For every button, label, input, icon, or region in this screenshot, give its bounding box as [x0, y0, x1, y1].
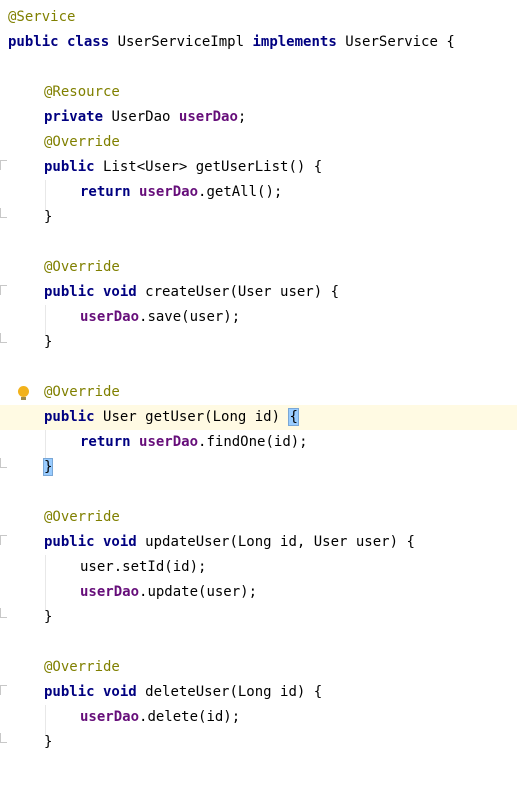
field-name: userDao: [80, 584, 140, 600]
code-editor[interactable]: @Service public class UserServiceImpl im…: [0, 0, 517, 758]
field-name: userDao: [80, 709, 140, 725]
field-name: userDao: [139, 434, 199, 450]
code-line[interactable]: @Override: [0, 255, 517, 280]
code-line[interactable]: return userDao.getAll();: [0, 180, 517, 205]
closing-brace: }: [44, 609, 53, 625]
keyword: return: [80, 184, 131, 200]
code-line[interactable]: public List<User> getUserList() {: [0, 155, 517, 180]
keyword: public void: [44, 684, 137, 700]
code-text: User getUser(Long id): [103, 409, 281, 425]
annotation: @Override: [44, 509, 120, 525]
annotation: @Override: [44, 384, 120, 400]
keyword: public void: [44, 284, 137, 300]
code-line[interactable]: user.setId(id);: [0, 555, 517, 580]
code-line[interactable]: userDao.update(user);: [0, 580, 517, 605]
code-line[interactable]: private UserDao userDao;: [0, 105, 517, 130]
keyword: return: [80, 434, 131, 450]
code-text: List<User> getUserList() {: [103, 159, 323, 175]
interface-name: UserService {: [345, 34, 455, 50]
code-line[interactable]: userDao.save(user);: [0, 305, 517, 330]
code-line[interactable]: @Override: [0, 130, 517, 155]
annotation: @Override: [44, 659, 120, 675]
class-name: UserServiceImpl: [117, 34, 245, 50]
code-line[interactable]: @Override: [0, 505, 517, 530]
field-name: userDao: [139, 184, 199, 200]
code-line[interactable]: }: [0, 205, 517, 230]
code-text: .delete(id);: [139, 709, 241, 725]
code-line[interactable]: @Service: [0, 5, 517, 30]
keyword: implements: [252, 34, 337, 50]
code-line[interactable]: public void deleteUser(Long id) {: [0, 680, 517, 705]
code-line[interactable]: @Override: [0, 380, 517, 405]
matched-brace: {: [288, 408, 299, 426]
keyword: public: [44, 159, 95, 175]
code-text: createUser(User user) {: [145, 284, 340, 300]
code-line[interactable]: }: [0, 455, 517, 480]
field-name: userDao: [178, 109, 238, 125]
annotation: @Override: [44, 134, 120, 150]
current-code-line[interactable]: public User getUser(Long id) {: [0, 405, 517, 430]
annotation: @Override: [44, 259, 120, 275]
annotation: @Service: [8, 9, 76, 25]
code-line[interactable]: public void createUser(User user) {: [0, 280, 517, 305]
code-line[interactable]: userDao.delete(id);: [0, 705, 517, 730]
code-text: .save(user);: [139, 309, 241, 325]
code-text: .update(user);: [139, 584, 258, 600]
lightbulb-icon[interactable]: [18, 386, 29, 400]
code-line[interactable]: return userDao.findOne(id);: [0, 430, 517, 455]
keyword: private: [44, 109, 104, 125]
matched-brace: }: [42, 458, 54, 476]
annotation: @Resource: [44, 84, 120, 100]
code-line[interactable]: }: [0, 605, 517, 630]
keyword: public: [44, 409, 95, 425]
field-name: userDao: [80, 309, 140, 325]
code-line[interactable]: public void updateUser(Long id, User use…: [0, 530, 517, 555]
code-line[interactable]: @Resource: [0, 80, 517, 105]
code-text: deleteUser(Long id) {: [145, 684, 323, 700]
code-text: user.setId(id);: [80, 559, 207, 575]
code-line[interactable]: }: [0, 730, 517, 755]
type-name: UserDao: [111, 109, 171, 125]
code-line[interactable]: public class UserServiceImpl implements …: [0, 30, 517, 55]
code-line[interactable]: @Override: [0, 655, 517, 680]
code-text: ;: [237, 109, 247, 125]
keyword: public class: [8, 34, 110, 50]
code-text: updateUser(Long id, User user) {: [145, 534, 415, 550]
closing-brace: }: [44, 334, 53, 350]
closing-brace: }: [44, 734, 53, 750]
code-text: .getAll();: [198, 184, 283, 200]
closing-brace: }: [44, 209, 53, 225]
code-text: .findOne(id);: [198, 434, 308, 450]
keyword: public void: [44, 534, 137, 550]
code-line[interactable]: }: [0, 330, 517, 355]
